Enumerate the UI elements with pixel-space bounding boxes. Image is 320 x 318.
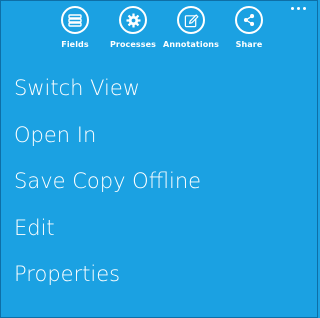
fields-icon (68, 13, 82, 27)
share-button[interactable]: Share (220, 4, 278, 50)
menu-item-switch-view[interactable]: Switch View (14, 70, 201, 117)
menu-item-edit[interactable]: Edit (14, 210, 201, 257)
gear-icon (125, 12, 141, 28)
annotations-label: Annotations (163, 40, 219, 49)
share-label: Share (235, 40, 263, 49)
menu-item-properties[interactable]: Properties (14, 256, 201, 303)
menu-item-save-copy-offline[interactable]: Save Copy Offline (14, 163, 201, 210)
pen-icon (184, 13, 198, 27)
share-icon (243, 14, 255, 26)
ellipsis-icon (291, 6, 294, 10)
annotations-button[interactable]: Annotations (162, 4, 220, 50)
fields-button[interactable]: Fields (46, 4, 104, 50)
app-bar: Fields Processes Annotations Share (46, 4, 278, 50)
processes-label: Processes (109, 40, 157, 49)
menu-item-open-in[interactable]: Open In (14, 117, 201, 164)
more-options-button[interactable] (291, 2, 306, 14)
processes-button[interactable]: Processes (104, 4, 162, 50)
overflow-menu: Switch View Open In Save Copy Offline Ed… (14, 70, 201, 303)
fields-label: Fields (61, 40, 89, 49)
